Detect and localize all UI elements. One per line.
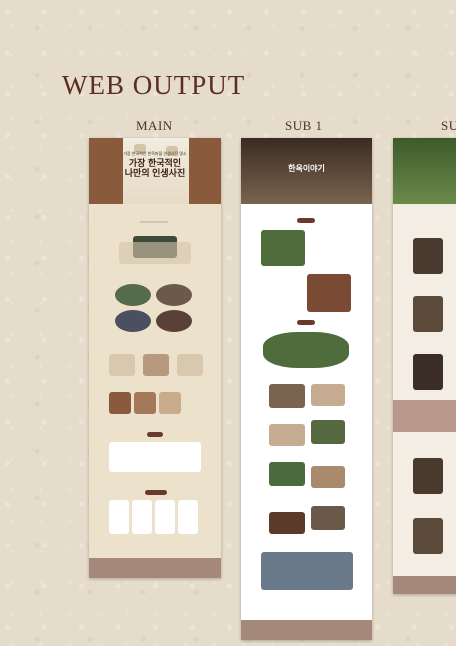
sub1-hero-banner: 한옥이야기: [241, 138, 372, 204]
main-hero-banner: 가장 한국적인 한옥마을 인생사진 명소 가장 한국적인 나만의 인생사진: [89, 138, 221, 204]
sub1-photo-2[interactable]: [307, 274, 351, 312]
sub2-photo-3[interactable]: [413, 354, 443, 390]
main-hero-line2: 나만의 인생사진: [124, 168, 186, 178]
sub1-footer: [241, 620, 372, 640]
main-hero-heading: 가장 한국적인 나만의 인생사진: [89, 158, 221, 178]
main-card-1[interactable]: [109, 354, 135, 376]
main-thumb-3[interactable]: [115, 310, 151, 332]
main-hero-line1: 가장 한국적인: [128, 158, 182, 168]
main-strip-1[interactable]: [109, 392, 131, 414]
sub1-photo-6[interactable]: [269, 424, 305, 446]
main-gallery-2[interactable]: [132, 500, 152, 534]
main-section-badge-map: [147, 432, 163, 437]
sub2-hero-banner: [393, 138, 456, 204]
column-label-sub1: SUB 1: [285, 118, 323, 133]
sub2-photo-4[interactable]: [413, 458, 443, 494]
sub1-photo-10[interactable]: [269, 512, 305, 534]
main-footer: [89, 558, 221, 578]
main-card-2[interactable]: [143, 354, 169, 376]
sub2-banner-strip: [393, 400, 456, 432]
main-strip-3[interactable]: [159, 392, 181, 414]
main-gallery-4[interactable]: [178, 500, 198, 534]
sub1-photo-11[interactable]: [311, 506, 345, 530]
sub1-photo-9[interactable]: [311, 466, 345, 488]
sub2-photo-5[interactable]: [413, 518, 443, 554]
sub1-photo-3[interactable]: [263, 332, 349, 368]
sub2-page-preview: [393, 138, 456, 594]
sub2-photo-1[interactable]: [413, 238, 443, 274]
sub1-photo-12[interactable]: [261, 552, 353, 590]
sub2-photo-2[interactable]: [413, 296, 443, 332]
main-thumb-1[interactable]: [115, 284, 151, 306]
main-thumb-2[interactable]: [156, 284, 192, 306]
sub1-hero-heading: 한옥이야기: [288, 164, 325, 173]
main-section-badge-gallery: [145, 490, 167, 495]
main-people-illustration: [119, 242, 191, 264]
sub1-photo-4[interactable]: [269, 384, 305, 408]
main-strip-2[interactable]: [134, 392, 156, 414]
main-map-card[interactable]: [109, 442, 201, 472]
sub1-photo-5[interactable]: [311, 384, 345, 406]
column-label-main: MAIN: [136, 118, 173, 133]
sub1-photo-7[interactable]: [311, 420, 345, 444]
main-card-3[interactable]: [177, 354, 203, 376]
main-thumb-4[interactable]: [156, 310, 192, 332]
main-hero-subtitle: 가장 한국적인 한옥마을 인생사진 명소: [123, 151, 187, 156]
sub2-footer: [393, 576, 456, 594]
sub1-photo-8[interactable]: [269, 462, 305, 486]
column-label-sub2: SU: [441, 118, 456, 133]
page-title: WEB OUTPUT: [62, 70, 246, 100]
main-page-preview: 가장 한국적인 한옥마을 인생사진 명소 가장 한국적인 나만의 인생사진 ▭▭…: [89, 138, 221, 578]
sub1-photo-1[interactable]: [261, 230, 305, 266]
main-gallery-1[interactable]: [109, 500, 129, 534]
sub1-page-preview: 한옥이야기: [241, 138, 372, 640]
sub1-section-badge-2: [297, 320, 315, 325]
sub1-section-badge-1: [297, 218, 315, 223]
main-intro-text: ▭▭▭▭▭▭▭▭▭▭: [139, 220, 169, 224]
main-gallery-3[interactable]: [155, 500, 175, 534]
